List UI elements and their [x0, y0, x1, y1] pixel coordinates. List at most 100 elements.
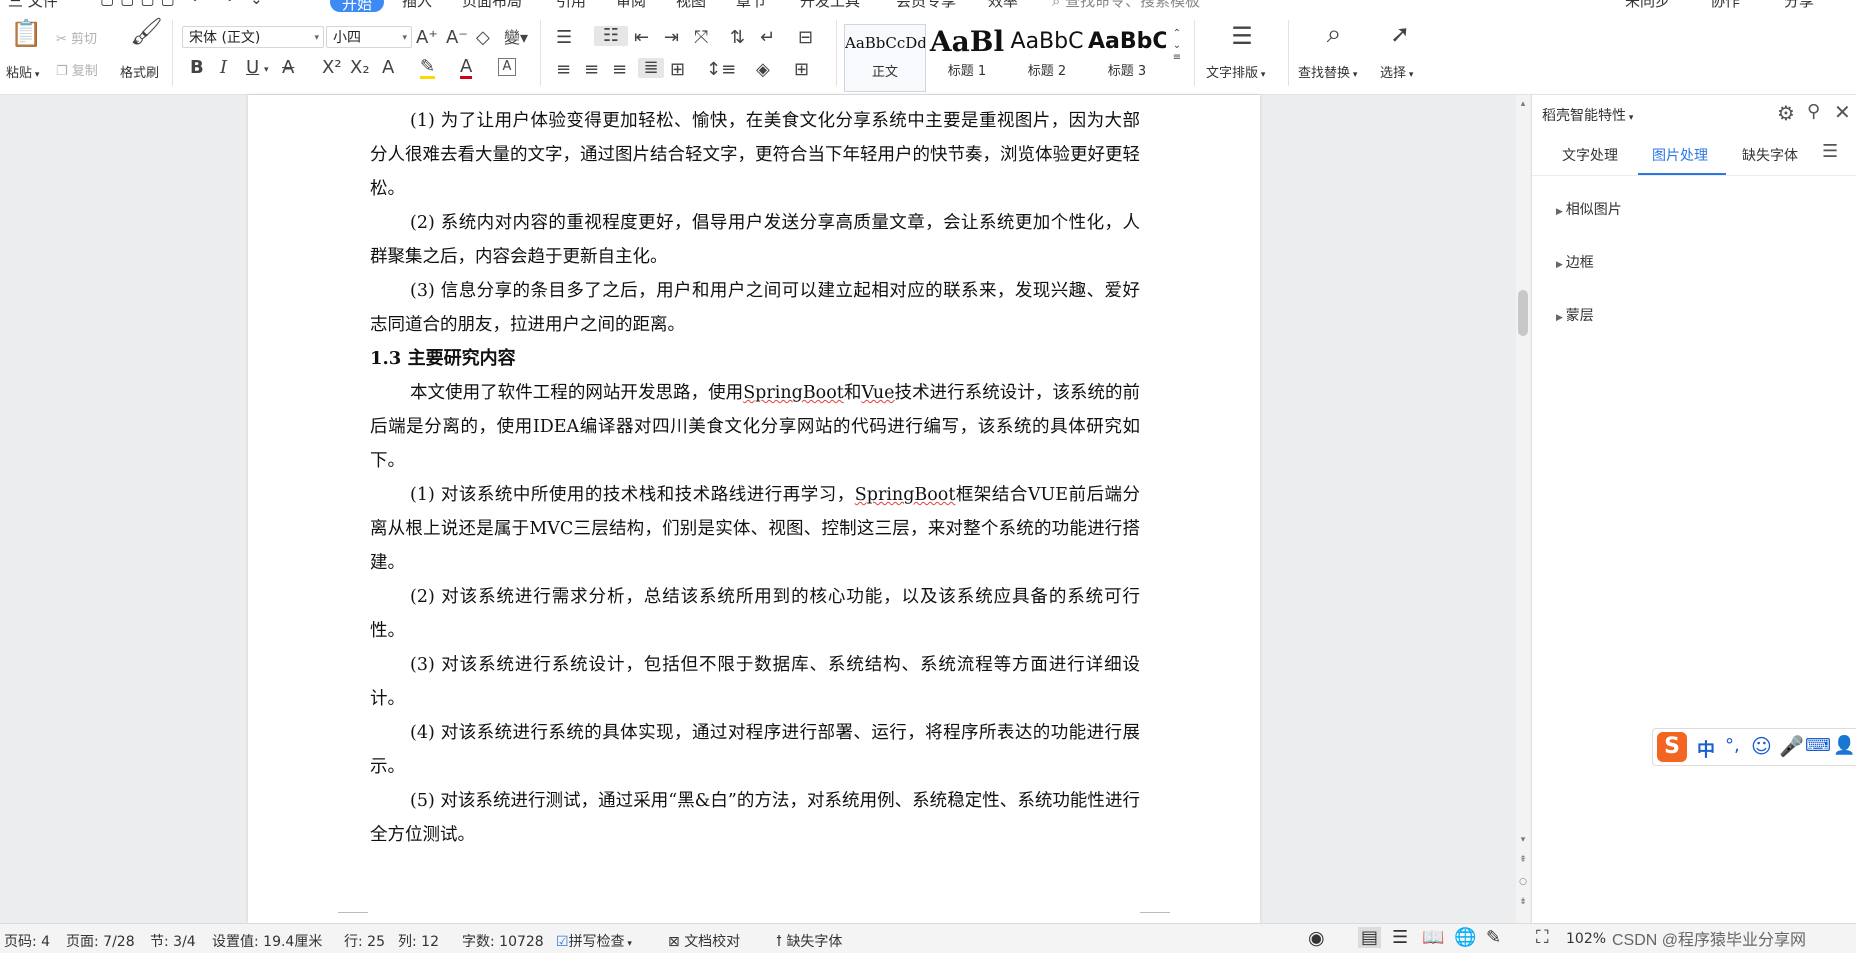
- align-left-icon[interactable]: ≡: [556, 60, 571, 80]
- italic-button[interactable]: I: [220, 58, 227, 78]
- superscript-icon[interactable]: X²: [322, 58, 342, 78]
- eye-protect-icon[interactable]: ◉: [1308, 927, 1325, 949]
- file-menu[interactable]: 三 文件: [8, 0, 58, 11]
- tab-member[interactable]: 会员专享: [896, 0, 956, 11]
- align-right-icon[interactable]: ≡: [612, 60, 627, 80]
- punctuation-icon[interactable]: °,: [1725, 735, 1740, 756]
- underline-button[interactable]: U: [246, 58, 259, 78]
- cut-button[interactable]: ✂ 剪切: [56, 28, 97, 47]
- panel-title[interactable]: 稻壳智能特性 ▾: [1542, 105, 1633, 125]
- scroll-thumb[interactable]: [1518, 290, 1528, 336]
- close-icon[interactable]: ✕: [1834, 100, 1851, 124]
- microphone-icon[interactable]: 🎤: [1779, 734, 1804, 758]
- font-color-icon[interactable]: A: [460, 58, 473, 79]
- tab-view[interactable]: 视图: [676, 0, 706, 11]
- justify-icon[interactable]: ≣: [638, 58, 664, 78]
- bold-button[interactable]: B: [190, 58, 204, 78]
- shrink-font-icon[interactable]: A⁻: [446, 28, 468, 48]
- word-count[interactable]: 字数: 10728: [462, 931, 544, 951]
- clear-format-icon[interactable]: ◇: [476, 28, 490, 48]
- collab-button[interactable]: 协作: [1710, 0, 1740, 11]
- column-indicator[interactable]: 列: 12: [398, 931, 439, 951]
- section-mask[interactable]: ▶ 蒙层: [1556, 305, 1594, 325]
- numbered-list-icon[interactable]: ☷: [594, 26, 628, 46]
- char-border-icon[interactable]: A: [498, 58, 516, 76]
- user-icon[interactable]: 👤: [1833, 735, 1855, 756]
- section-similar-images[interactable]: ▶ 相似图片: [1556, 199, 1622, 219]
- show-marks-icon[interactable]: ↵: [760, 28, 775, 48]
- style-heading-2[interactable]: AaBbC 标题 2: [1008, 24, 1086, 90]
- vertical-scrollbar[interactable]: ▴ ▾ ⇞ ○ ⇟: [1516, 95, 1530, 923]
- sort-icon[interactable]: ⇅: [730, 28, 745, 48]
- prev-page-icon[interactable]: ⇞: [1516, 855, 1530, 865]
- fit-page-icon[interactable]: ⛶: [1536, 927, 1549, 948]
- border-icon[interactable]: ⊞: [794, 60, 809, 80]
- tab-home[interactable]: 开始: [330, 0, 385, 13]
- tab-efficiency[interactable]: 效率: [988, 0, 1018, 11]
- text-layout-icon[interactable]: ☰: [1226, 24, 1258, 48]
- doc-proof-button[interactable]: ⊠ 文档校对: [668, 931, 740, 951]
- pin-icon[interactable]: ⚲: [1807, 101, 1820, 122]
- text-layout-button[interactable]: 文字排版 ▾: [1206, 62, 1265, 81]
- scroll-down-icon[interactable]: ▾: [1516, 835, 1530, 845]
- ime-toolbar[interactable]: S 中 °, ☺ 🎤 ⌨ 👤: [1652, 728, 1856, 766]
- zoom-level[interactable]: 102%: [1566, 931, 1606, 947]
- distributed-icon[interactable]: ⊞: [670, 60, 685, 80]
- tab-references[interactable]: 引用: [556, 0, 586, 11]
- paste-button[interactable]: 粘贴 ▾: [6, 62, 39, 81]
- quick-access-icons[interactable]: ▢▢▢▢ ↶ ↷ ⌄: [100, 0, 269, 8]
- document-body[interactable]: (1) 为了让用户体验变得更加轻松、愉快，在美食文化分享系统中主要是重视图片，因…: [370, 104, 1140, 852]
- section-indicator[interactable]: 节: 3/4: [150, 931, 196, 951]
- tab-layout[interactable]: 页面布局: [462, 0, 522, 11]
- search-icon[interactable]: ⌕: [1318, 21, 1350, 47]
- missing-font-button[interactable]: ꝉ 缺失字体: [776, 931, 842, 951]
- table-borders-icon[interactable]: ⊟: [798, 28, 813, 48]
- chinese-layout-icon[interactable]: ⤧: [694, 28, 708, 48]
- chevron-down-icon[interactable]: ▾: [264, 60, 269, 80]
- tab-text-processing[interactable]: 文字处理: [1562, 145, 1618, 165]
- sync-status[interactable]: 未同步: [1625, 0, 1670, 11]
- align-center-icon[interactable]: ≡: [584, 60, 599, 80]
- browse-object-icon[interactable]: ○: [1516, 877, 1530, 887]
- tab-review[interactable]: 审阅: [616, 0, 646, 11]
- gear-icon[interactable]: ⚙: [1777, 101, 1795, 125]
- bullet-list-icon[interactable]: ☰: [556, 28, 572, 48]
- keyboard-icon[interactable]: ⌨: [1805, 735, 1831, 756]
- format-painter-icon[interactable]: 🖌: [130, 19, 163, 45]
- increase-indent-icon[interactable]: ⇥: [664, 28, 679, 48]
- shading-icon[interactable]: ◈: [756, 60, 770, 80]
- style-heading-1[interactable]: AaBl 标题 1: [928, 24, 1006, 90]
- next-page-icon[interactable]: ⇟: [1516, 897, 1530, 907]
- pinyin-icon[interactable]: 變▾: [504, 28, 528, 48]
- spell-check-button[interactable]: ☑拼写检查 ▾: [556, 931, 632, 951]
- format-painter-button[interactable]: 格式刷: [120, 62, 159, 81]
- paste-icon[interactable]: 📋: [10, 21, 42, 47]
- tab-image-processing[interactable]: 图片处理: [1652, 145, 1708, 165]
- ime-mode[interactable]: 中: [1697, 736, 1715, 762]
- emoji-icon[interactable]: ☺: [1751, 734, 1772, 758]
- tab-missing-fonts[interactable]: 缺失字体: [1742, 145, 1798, 165]
- select-button[interactable]: 选择 ▾: [1380, 62, 1413, 81]
- find-replace-button[interactable]: 查找替换 ▾: [1298, 62, 1357, 81]
- line-spacing-icon[interactable]: ↕≡: [706, 60, 736, 80]
- outline-view-icon[interactable]: ☰: [1392, 927, 1408, 948]
- tab-chapter[interactable]: 章节: [736, 0, 766, 11]
- section-border[interactable]: ▶ 边框: [1556, 252, 1594, 272]
- copy-button[interactable]: ❐ 复制: [56, 60, 98, 79]
- share-button[interactable]: 分享: [1784, 0, 1814, 11]
- page-view-icon[interactable]: ▤: [1358, 927, 1382, 948]
- subscript-icon[interactable]: X₂: [350, 58, 370, 78]
- write-view-icon[interactable]: ✎: [1486, 927, 1501, 948]
- reading-view-icon[interactable]: 📖: [1422, 927, 1444, 948]
- tab-insert[interactable]: 插入: [402, 0, 432, 11]
- text-effect-icon[interactable]: A: [382, 58, 394, 78]
- row-indicator[interactable]: 行: 25: [344, 931, 385, 951]
- web-view-icon[interactable]: 🌐: [1454, 927, 1476, 948]
- style-normal[interactable]: AaBbCcDd 正文: [844, 24, 926, 92]
- scroll-up-icon[interactable]: ▴: [1516, 99, 1530, 109]
- page-code[interactable]: 页码: 4: [4, 931, 50, 951]
- cursor-icon[interactable]: ➚: [1386, 22, 1414, 46]
- strikethrough-icon[interactable]: A: [282, 58, 294, 78]
- page-indicator[interactable]: 页面: 7/28: [66, 931, 135, 951]
- command-search[interactable]: ⌕ 查找命令、搜索模板: [1052, 0, 1200, 11]
